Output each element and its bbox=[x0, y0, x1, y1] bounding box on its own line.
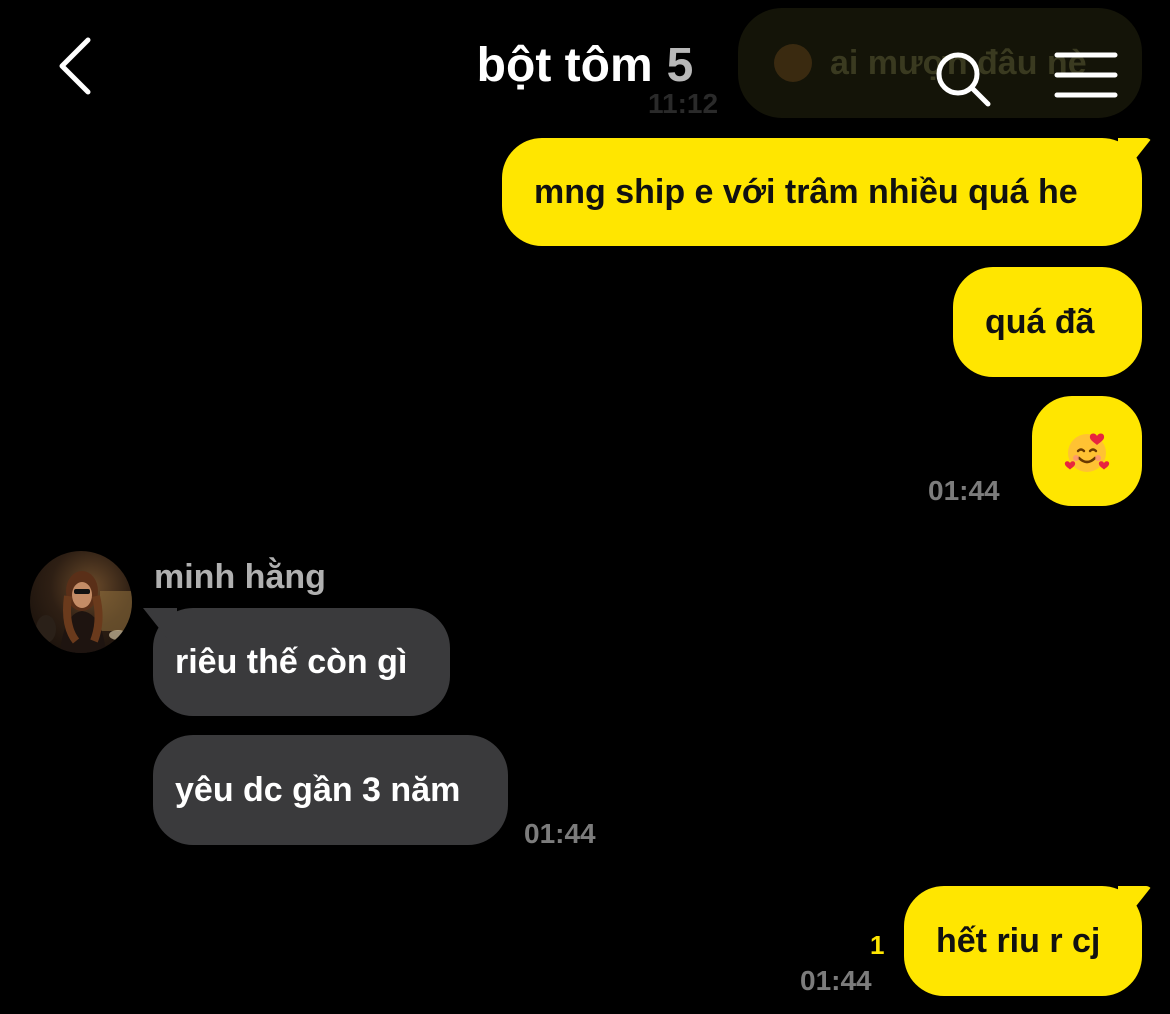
unread-count: 1 bbox=[870, 930, 885, 960]
search-icon bbox=[936, 52, 991, 107]
their-message-bubble[interactable]: riêu thế còn gì bbox=[153, 608, 450, 716]
emoji-icon bbox=[774, 44, 812, 82]
message-text: riêu thế còn gì bbox=[175, 643, 408, 681]
back-button[interactable] bbox=[52, 34, 104, 98]
my-message-bubble[interactable]: hết riu r cj bbox=[904, 886, 1142, 996]
member-count: 5 bbox=[666, 39, 694, 92]
avatar[interactable] bbox=[30, 551, 132, 653]
message-text: mng ship e với trâm nhiều quá he bbox=[534, 173, 1078, 211]
my-message-bubble[interactable]: mng ship e với trâm nhiều quá he bbox=[502, 138, 1142, 246]
profile-photo bbox=[36, 571, 132, 653]
smiling-face-with-hearts-icon bbox=[1064, 433, 1110, 472]
search-button[interactable] bbox=[930, 46, 994, 110]
message-text: quá đã bbox=[985, 303, 1095, 341]
message-time: 11:12 bbox=[648, 88, 719, 119]
my-emoji-bubble[interactable] bbox=[1032, 396, 1142, 506]
message-text: hết riu r cj bbox=[936, 922, 1101, 960]
my-message-bubble[interactable]: quá đã bbox=[953, 267, 1142, 377]
message-time: 01:44 bbox=[800, 965, 872, 996]
message-text: yêu dc gần 3 năm bbox=[175, 771, 461, 809]
chat-screen: ai mượn đâu nè 11:12 bột tôm 5 mng ship e… bbox=[0, 0, 1170, 1014]
hamburger-menu-icon bbox=[1054, 52, 1118, 98]
message-time: 01:44 bbox=[928, 475, 1000, 506]
their-message-bubble[interactable]: yêu dc gần 3 năm bbox=[153, 735, 508, 845]
chat-name: bột tôm bbox=[476, 39, 653, 92]
chevron-left-icon bbox=[59, 37, 91, 95]
sender-name: minh hằng bbox=[154, 558, 326, 596]
menu-button[interactable] bbox=[1054, 50, 1118, 100]
message-time: 01:44 bbox=[524, 818, 596, 849]
